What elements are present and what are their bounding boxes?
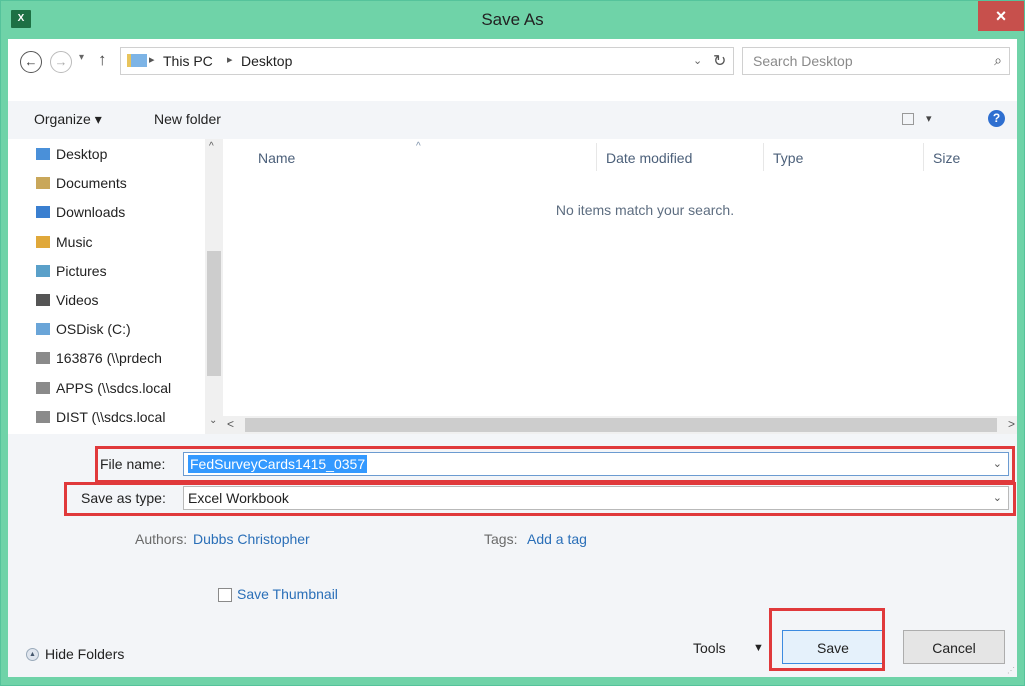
authors-label: Authors: [135, 531, 188, 547]
sidebar-item-label: OSDisk (C:) [56, 321, 131, 338]
sidebar-item-music[interactable]: Music [36, 229, 93, 255]
sidebar-item-label: Documents [56, 175, 127, 192]
sidebar-item-163876-prdech[interactable]: 163876 (\\prdech [36, 345, 162, 371]
tools-dropdown-icon[interactable]: ▼ [753, 642, 764, 654]
dialog-title: Save As [481, 10, 544, 29]
refresh-icon[interactable]: ↻ [713, 51, 726, 71]
column-header-type[interactable]: Type [773, 150, 803, 166]
breadcrumb-separator-icon: ▸ [227, 54, 233, 66]
empty-message: No items match your search. [555, 202, 735, 218]
videos-folder-icon [36, 294, 50, 306]
nav-scrollbar[interactable]: ^ ⌄ [205, 139, 223, 434]
sidebar-item-label: Pictures [56, 262, 107, 279]
horizontal-scroll-thumb[interactable] [245, 418, 997, 432]
save-form: File name: FedSurveyCards1415_0357 ⌄ Sav… [8, 434, 1017, 677]
sidebar-item-label: Desktop [56, 146, 108, 162]
scroll-left-icon[interactable]: < [227, 417, 234, 431]
scroll-right-icon[interactable]: > [1008, 417, 1015, 431]
search-icon[interactable]: ⌕ [994, 52, 1002, 69]
recent-locations-dropdown[interactable]: ▾ [79, 52, 84, 63]
drive-icon [36, 323, 50, 336]
file-list: ^ Name Date modified Type Size No items … [223, 139, 1017, 434]
hide-folders-button[interactable]: Hide Folders [45, 646, 124, 662]
authors-value[interactable]: Dubbs Christopher [193, 531, 310, 547]
title-bar[interactable]: X Save As × [1, 1, 1024, 39]
address-row: ← → ▾ ↑ ▸ This PC ▸ Desktop ⌄ ↻ ⌕ [8, 39, 1017, 85]
view-options-dropdown-icon[interactable]: ▾ [926, 112, 932, 125]
network-drive-icon [36, 352, 50, 365]
sidebar-item-desktop[interactable]: Desktop [36, 141, 107, 167]
column-divider[interactable] [923, 143, 924, 171]
tools-button[interactable]: Tools [693, 640, 726, 656]
dialog-body: ← → ▾ ↑ ▸ This PC ▸ Desktop ⌄ ↻ ⌕ Organi… [8, 39, 1017, 677]
horizontal-scrollbar[interactable]: < > [223, 416, 1017, 434]
sidebar-item-documents[interactable]: Documents [36, 170, 127, 196]
column-header-size[interactable]: Size [933, 150, 960, 166]
sidebar-item-label: Downloads [56, 204, 126, 221]
sort-ascending-icon: ^ [416, 141, 421, 152]
resize-grip-icon[interactable]: ⋰ [1007, 666, 1015, 675]
network-drive-icon [36, 410, 50, 423]
music-folder-icon [36, 235, 50, 248]
folder-icon [127, 54, 147, 67]
scroll-down-icon[interactable]: ⌄ [209, 415, 217, 426]
help-icon[interactable]: ? [988, 110, 1005, 127]
close-button[interactable]: × [978, 1, 1024, 31]
pictures-folder-icon [36, 264, 50, 277]
search-input[interactable] [751, 52, 975, 70]
command-toolbar: Organize ▾ New folder ▾ ? [8, 101, 1017, 139]
organize-button[interactable]: Organize ▾ [34, 111, 102, 128]
search-box[interactable]: ⌕ [742, 47, 1010, 75]
forward-button[interactable]: → [50, 51, 72, 73]
navigation-pane: Desktop Documents Downloads Music Pictures Vi… [8, 139, 223, 434]
address-dropdown-icon[interactable]: ⌄ [693, 54, 702, 67]
save-thumbnail-checkbox[interactable] [218, 588, 232, 602]
sidebar-item-dist-sdcs-local[interactable]: DIST (\\sdcs.local [36, 404, 165, 430]
breadcrumb-this-pc[interactable]: This PC [163, 53, 213, 69]
save-button-highlight-box [769, 608, 885, 671]
file-name-highlight-box [95, 446, 1015, 483]
sidebar-item-label: APPS (\\sdcs.local [56, 379, 172, 396]
sidebar-item-videos[interactable]: Videos [36, 287, 99, 313]
view-options-icon[interactable] [902, 113, 914, 125]
column-header-date-modified[interactable]: Date modified [606, 150, 692, 166]
sidebar-item-pictures[interactable]: Pictures [36, 258, 107, 284]
sidebar-item-osdisk-c[interactable]: OSDisk (C:) [36, 316, 131, 342]
scroll-up-icon[interactable]: ^ [209, 141, 214, 152]
new-folder-button[interactable]: New folder [154, 111, 221, 127]
downloads-folder-icon [36, 206, 50, 219]
hide-folders-icon[interactable]: ▲ [26, 648, 39, 661]
nav-scroll-thumb[interactable] [207, 251, 221, 376]
sidebar-item-label: DIST (\\sdcs.local [56, 408, 166, 425]
tags-label: Tags: [484, 531, 518, 547]
save-thumbnail-label[interactable]: Save Thumbnail [237, 586, 338, 602]
address-bar[interactable]: ▸ This PC ▸ Desktop ⌄ ↻ [120, 47, 734, 75]
documents-folder-icon [36, 177, 50, 190]
breadcrumb-separator-icon: ▸ [149, 54, 155, 66]
save-type-highlight-box [64, 482, 1016, 516]
sidebar-item-label: Videos [56, 292, 99, 308]
add-tag-link[interactable]: Add a tag [527, 531, 587, 547]
sidebar-item-apps-sdcs-local[interactable]: APPS (\\sdcs.local [36, 375, 171, 401]
sidebar-item-label: Music [56, 233, 93, 250]
column-divider[interactable] [596, 143, 597, 171]
sidebar-item-downloads[interactable]: Downloads [36, 199, 125, 225]
column-divider[interactable] [763, 143, 764, 171]
desktop-folder-icon [36, 148, 50, 160]
sidebar-item-label: 163876 (\\prdech [56, 350, 162, 367]
save-as-dialog: X Save As × ← → ▾ ↑ ▸ This PC ▸ Desktop … [0, 0, 1025, 686]
column-header-name[interactable]: Name [258, 150, 295, 166]
cancel-button[interactable]: Cancel [903, 630, 1005, 664]
back-button[interactable]: ← [20, 51, 42, 73]
up-button[interactable]: ↑ [98, 50, 107, 70]
breadcrumb-desktop[interactable]: Desktop [241, 53, 292, 69]
network-drive-icon [36, 381, 50, 394]
